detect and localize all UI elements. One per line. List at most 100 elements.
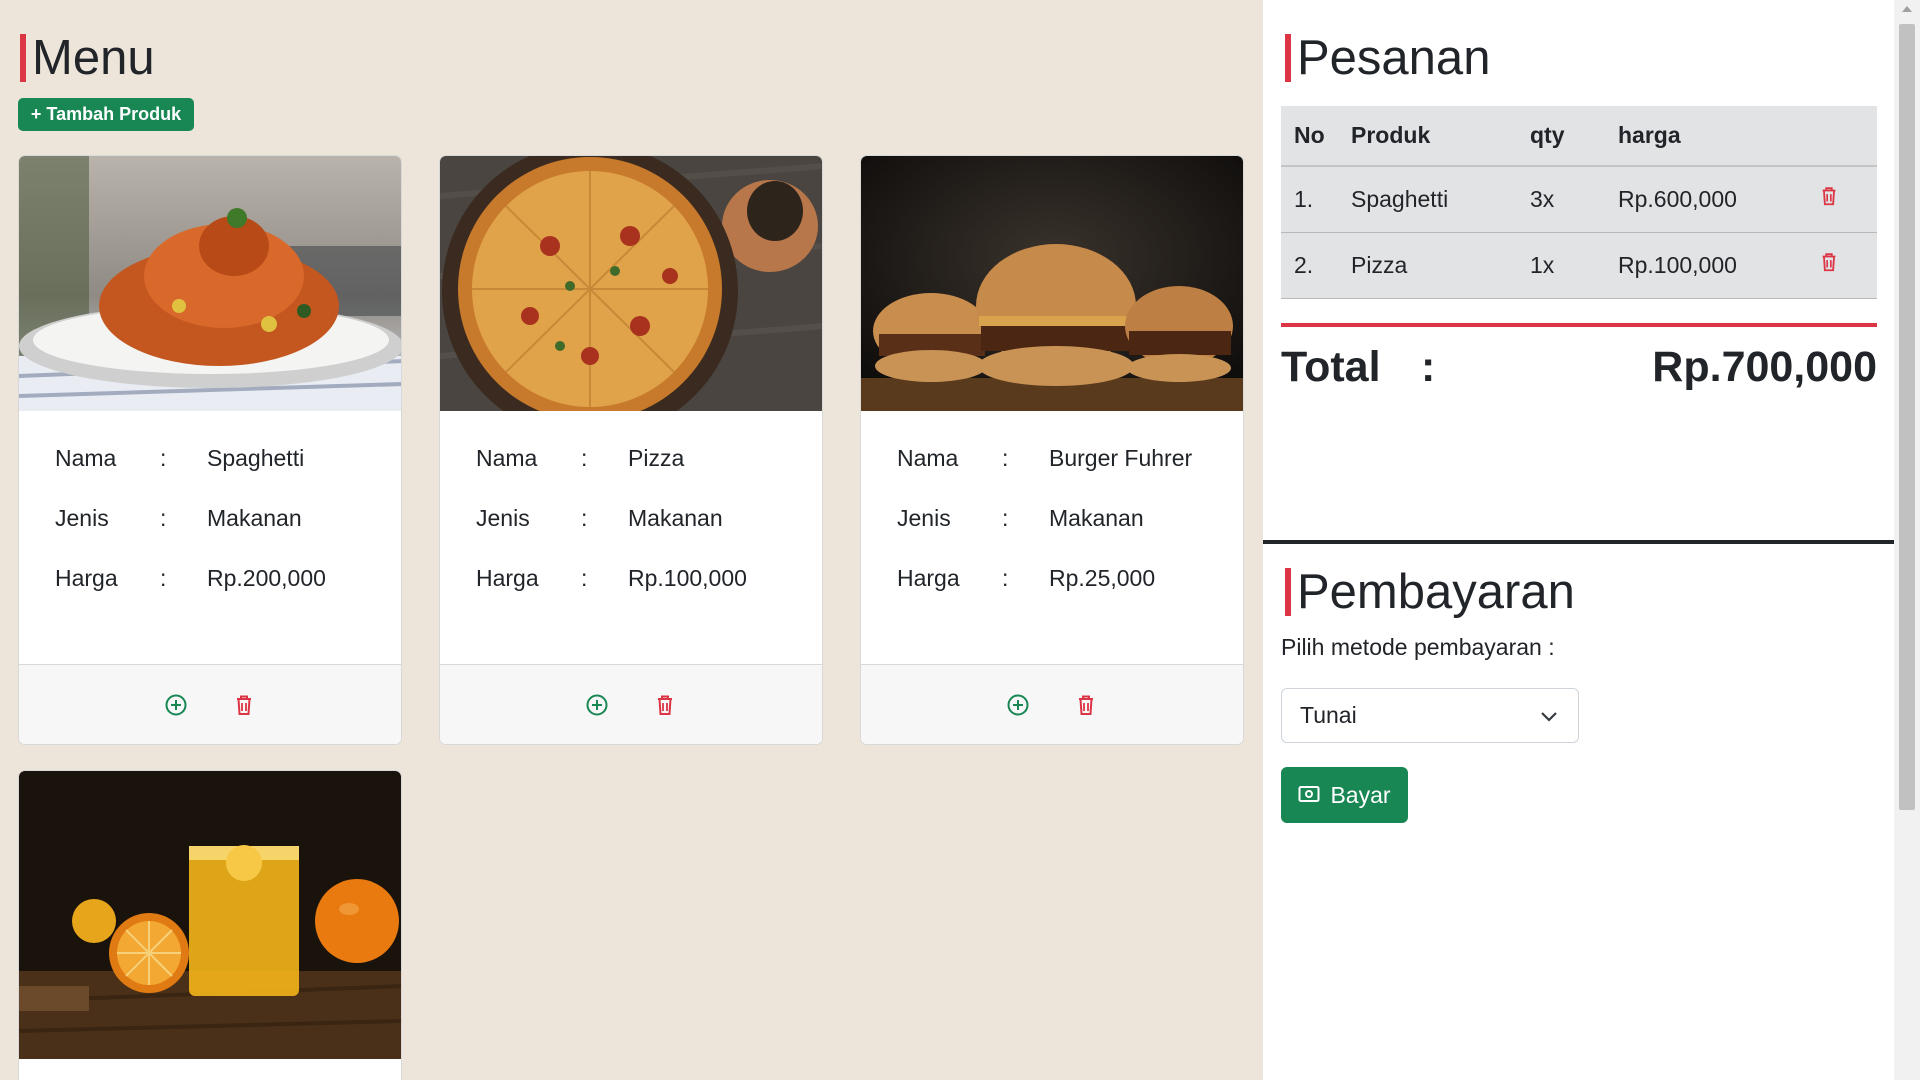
- add-to-order-icon[interactable]: [164, 693, 188, 717]
- order-title: Pesanan: [1285, 34, 1490, 83]
- type-label: Jenis: [55, 505, 109, 531]
- separator: :: [160, 445, 167, 471]
- name-row: Nama : Burger Fuhrer: [897, 445, 1207, 505]
- trash-icon[interactable]: [653, 693, 677, 717]
- price-label: Harga: [476, 565, 539, 591]
- product-card-pizza: Nama : Pizza Jenis : Makanan Harga : Rp.…: [439, 155, 823, 745]
- pizza-image: [440, 156, 822, 411]
- orange-juice-photo: [19, 771, 401, 1059]
- card-footer: [861, 664, 1243, 744]
- price-row: Harga : Rp.100,000: [476, 565, 786, 625]
- separator: :: [160, 505, 167, 531]
- row-number: 2.: [1281, 232, 1338, 299]
- row-action: [1805, 232, 1877, 299]
- product-price: Rp.100,000: [628, 565, 747, 591]
- order-table: No Produk qty harga 1. Spaghetti 3x Rp.6…: [1281, 106, 1877, 299]
- cash-icon: [1298, 782, 1320, 809]
- type-label: Jenis: [476, 505, 530, 531]
- pay-button-label: Bayar: [1330, 781, 1391, 808]
- add-to-order-icon[interactable]: [1006, 693, 1030, 717]
- card-body: Nama : Spaghetti Jenis : Makanan Harga :…: [19, 411, 401, 664]
- trash-icon[interactable]: [1074, 693, 1098, 717]
- separator: :: [160, 565, 167, 591]
- column-header-no: No: [1281, 106, 1338, 167]
- table-header-row: No Produk qty harga: [1281, 106, 1877, 167]
- add-to-order-icon[interactable]: [585, 693, 609, 717]
- column-header-product: Produk: [1338, 106, 1517, 167]
- type-row: Jenis : Makanan: [897, 505, 1207, 565]
- spaghetti-photo: [19, 156, 401, 411]
- row-product: Spaghetti: [1338, 166, 1517, 233]
- product-name: Spaghetti: [207, 445, 305, 471]
- name-label: Nama: [476, 445, 538, 471]
- product-price: Rp.25,000: [1049, 565, 1156, 591]
- product-card-orange-juice: [18, 770, 402, 1080]
- separator: :: [1002, 565, 1009, 591]
- scroll-up-arrow-icon[interactable]: [1902, 6, 1912, 12]
- product-price: Rp.200,000: [207, 565, 326, 591]
- separator: :: [1002, 445, 1009, 471]
- row-qty: 3x: [1517, 166, 1605, 233]
- table-row: 1. Spaghetti 3x Rp.600,000: [1281, 166, 1877, 233]
- separator: :: [581, 505, 588, 531]
- menu-title: Menu: [20, 34, 155, 83]
- table-row: 2. Pizza 1x Rp.100,000: [1281, 232, 1877, 299]
- price-label: Harga: [55, 565, 118, 591]
- row-price: Rp.600,000: [1605, 166, 1805, 233]
- product-card-spaghetti: Nama : Spaghetti Jenis : Makanan Harga :…: [18, 155, 402, 745]
- price-row: Harga : Rp.200,000: [55, 565, 365, 625]
- product-name: Burger Fuhrer: [1049, 445, 1193, 471]
- trash-icon[interactable]: [1818, 251, 1842, 275]
- price-label: Harga: [897, 565, 960, 591]
- card-body: Nama : Pizza Jenis : Makanan Harga : Rp.…: [440, 411, 822, 664]
- product-type: Makanan: [1049, 505, 1144, 531]
- pay-button[interactable]: Bayar: [1281, 767, 1408, 823]
- row-qty: 1x: [1517, 232, 1605, 299]
- column-header-price: harga: [1605, 106, 1805, 167]
- name-label: Nama: [897, 445, 959, 471]
- separator: :: [1002, 505, 1009, 531]
- column-header-qty: qty: [1517, 106, 1605, 167]
- row-price: Rp.100,000: [1605, 232, 1805, 299]
- trash-icon[interactable]: [1818, 185, 1842, 209]
- product-name: Pizza: [628, 445, 685, 471]
- row-product: Pizza: [1338, 232, 1517, 299]
- payment-method-value: Tunai: [1300, 702, 1357, 728]
- separator: :: [581, 445, 588, 471]
- section-divider: [1263, 540, 1894, 544]
- menu-area: Menu + Tambah Produk Nama: Spaghetti Je…: [0, 0, 1262, 1080]
- card-footer: [440, 664, 822, 744]
- payment-method-select[interactable]: Tunai: [1281, 688, 1579, 743]
- price-row: Harga : Rp.25,000: [897, 565, 1207, 625]
- card-footer: [19, 664, 401, 744]
- row-action: [1805, 166, 1877, 233]
- payment-method-label: Pilih metode pembayaran :: [1281, 634, 1555, 660]
- burger-photo: [861, 156, 1243, 411]
- total-value: Rp.700,000: [1652, 343, 1877, 391]
- product-type: Makanan: [628, 505, 723, 531]
- row-number: 1.: [1281, 166, 1338, 233]
- payment-title: Pembayaran: [1285, 568, 1575, 617]
- separator: :: [581, 565, 588, 591]
- scrollbar[interactable]: [1894, 0, 1920, 1080]
- card-body: Nama : Burger Fuhrer Jenis : Makanan Har…: [861, 411, 1243, 664]
- add-product-button[interactable]: + Tambah Produk: [18, 98, 194, 131]
- total-label: Total: [1281, 343, 1381, 391]
- trash-icon[interactable]: [232, 693, 256, 717]
- spaghetti-image: [19, 156, 401, 411]
- burger-image: [861, 156, 1243, 411]
- product-card-burger: Nama : Burger Fuhrer Jenis : Makanan Har…: [860, 155, 1244, 745]
- column-header-action: [1805, 106, 1877, 167]
- scroll-thumb[interactable]: [1899, 24, 1915, 810]
- total-separator: :: [1421, 343, 1436, 391]
- order-panel: Pesanan No Produk qty harga 1. Spaghetti…: [1263, 0, 1894, 1080]
- orange-juice-image: [19, 771, 401, 1059]
- name-row: Nama : Pizza: [476, 445, 786, 505]
- name-label: Nama: [55, 445, 117, 471]
- product-type: Makanan: [207, 505, 302, 531]
- type-row: Jenis : Makanan: [476, 505, 786, 565]
- type-row: Jenis : Makanan: [55, 505, 365, 565]
- pizza-photo: [440, 156, 822, 411]
- type-label: Jenis: [897, 505, 951, 531]
- name-row: Nama : Spaghetti: [55, 445, 365, 505]
